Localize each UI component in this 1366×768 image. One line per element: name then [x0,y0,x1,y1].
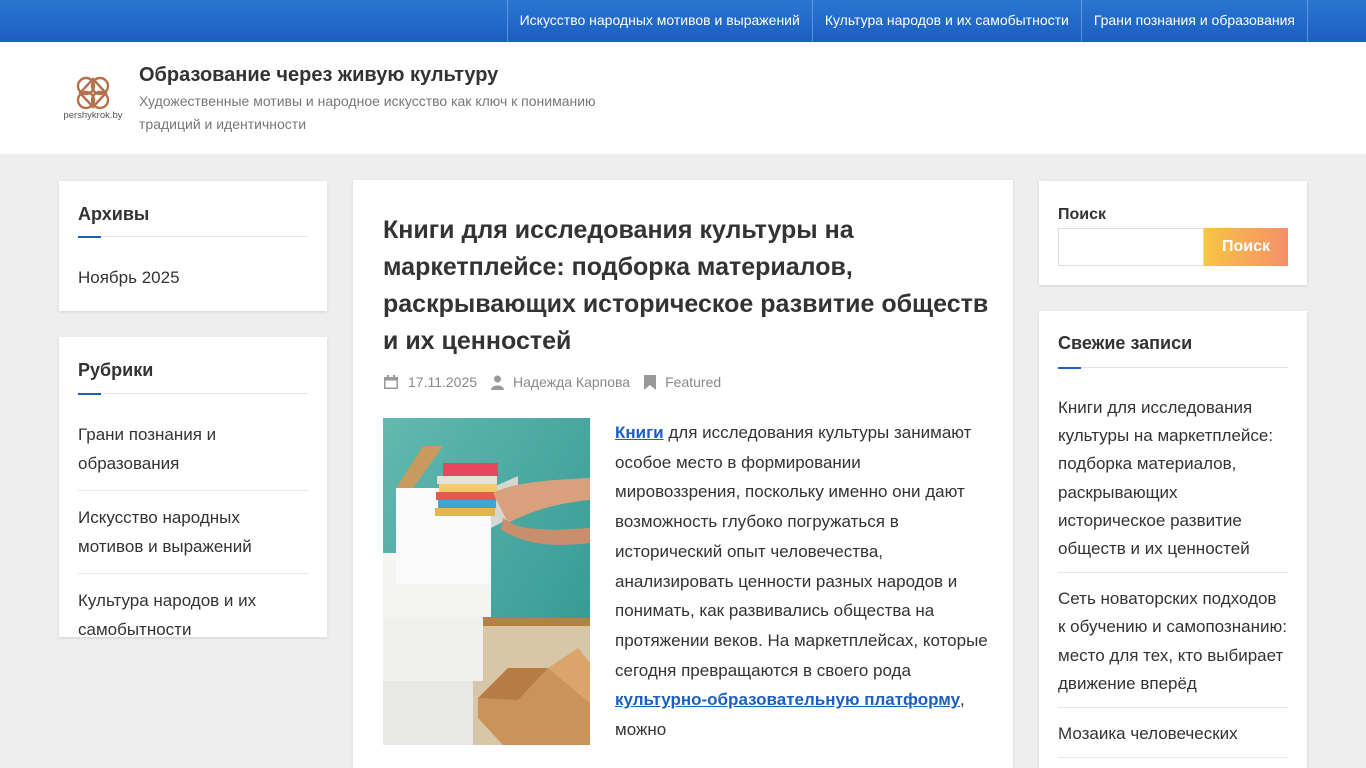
top-bar: Искусство народных мотивов и выражений К… [0,0,1366,42]
topnav-item-culture[interactable]: Культура народов и их самобытности [811,0,1081,42]
excerpt-text-1: для исследования культуры занимают особо… [615,423,988,680]
link-platform[interactable]: культурно-образовательную платформу [615,690,960,709]
category-item[interactable]: Культура народов и их самобытности [78,586,308,656]
site-logo[interactable]: pershykrok.by [59,72,127,124]
recent-posts-widget: Свежие записи Книги для исследования кул… [1039,311,1307,768]
meta-date[interactable]: 17.11.2025 [383,374,477,390]
categories-widget: Рубрики Грани познания и образования Иск… [59,337,327,639]
recent-posts-list: Книги для исследования культуры на марке… [1058,394,1288,768]
recent-post-item[interactable]: Сеть новаторских подходов к обучению и с… [1058,585,1288,709]
recent-post-item[interactable]: Мозаика человеческих [1058,720,1288,759]
meta-category[interactable]: Featured [644,374,721,390]
widget-divider [1058,367,1288,369]
categories-title: Рубрики [78,360,154,380]
meta-date-text: 17.11.2025 [408,374,478,390]
search-widget: Поиск Поиск [1039,181,1307,285]
bookmark-icon [644,374,657,390]
category-item[interactable]: Искусство народных мотивов и выражений [78,503,308,574]
article-image-books-boxes [383,418,590,745]
site-description: Художественные мотивы и народное искусст… [139,93,596,132]
meta-author[interactable]: Надежда Карпова [491,374,630,390]
archive-item[interactable]: Ноябрь 2025 [78,268,180,288]
recent-posts-title: Свежие записи [1058,333,1193,353]
calendar-icon [384,375,398,389]
search-label: Поиск [1058,206,1107,223]
topnav-item-folk-art[interactable]: Искусство народных мотивов и выражений [506,0,812,42]
recent-post-item[interactable]: Книги для исследования культуры на марке… [1058,394,1288,574]
search-button[interactable]: Поиск [1204,228,1288,266]
article-image[interactable] [383,418,590,745]
search-input[interactable] [1058,228,1204,266]
archives-widget: Архивы Ноябрь 2025 [59,181,327,311]
logo-text: pershykrok.by [63,110,123,121]
article-meta: 17.11.2025 Надежда Карпова Featured [383,374,735,390]
site-title[interactable]: Образование через живую культуру [139,64,498,87]
article-title[interactable]: Книги для исследования культуры на марке… [383,212,993,360]
topnav-item-education[interactable]: Грани познания и образования [1080,0,1308,42]
user-icon [491,375,505,390]
category-item[interactable]: Грани познания и образования [78,420,308,491]
widget-divider [78,236,308,238]
link-books[interactable]: Книги [615,423,664,442]
meta-author-text: Надежда Карпова [513,374,631,390]
article-card: Книги для исследования культуры на марке… [353,180,1013,768]
meta-category-text: Featured [665,374,722,390]
widget-divider [78,393,308,395]
logo-knot-icon [76,76,110,110]
article-excerpt: Книги для исследования культуры занимают… [615,418,990,745]
archives-title: Архивы [78,204,150,224]
site-header: pershykrok.by Образование через живую ку… [0,42,1366,154]
top-nav: Искусство народных мотивов и выражений К… [506,0,1308,42]
categories-list: Грани познания и образования Искусство н… [78,420,308,668]
